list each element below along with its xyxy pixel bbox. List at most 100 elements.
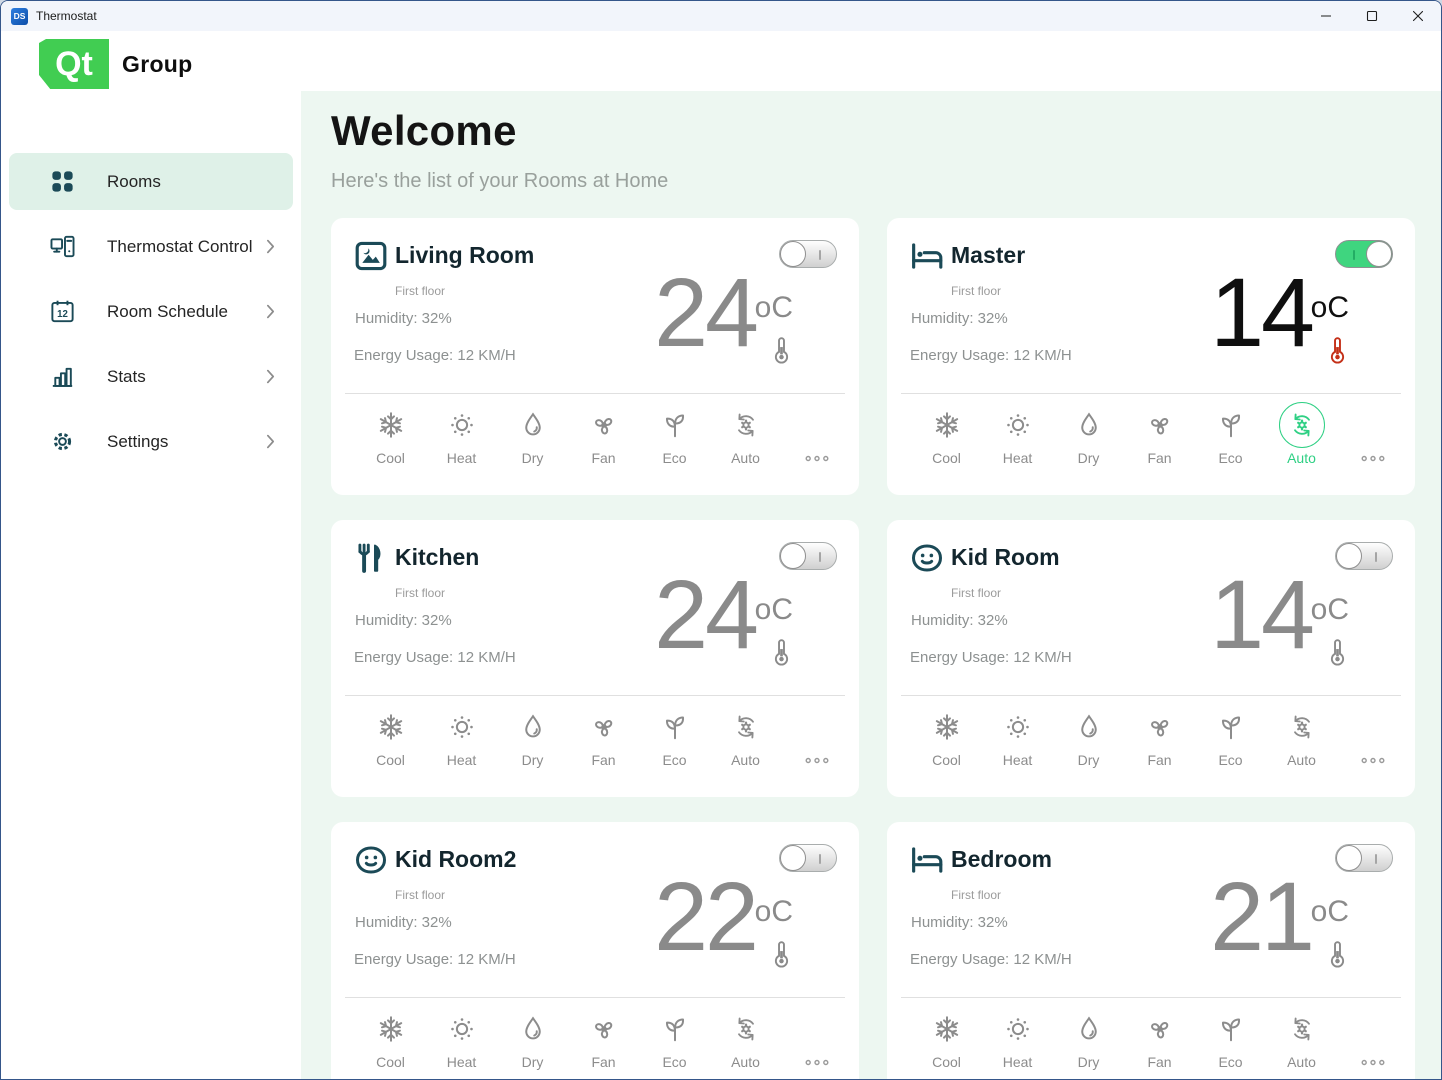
mode-button-fan[interactable]: Fan: [1124, 402, 1195, 472]
mode-label: Fan: [591, 450, 615, 466]
leaf-icon: [660, 712, 690, 742]
more-options-button[interactable]: [781, 704, 852, 774]
mode-label: Dry: [1078, 1054, 1100, 1070]
fan-icon: [1145, 1014, 1175, 1044]
room-energy-usage: Energy Usage: 12 KM/H: [354, 347, 516, 364]
thermostat-control-icon: [49, 233, 76, 260]
mode-button-fan[interactable]: Fan: [1124, 704, 1195, 774]
room-floor: First floor: [951, 284, 1001, 298]
mode-button-heat[interactable]: Heat: [426, 1006, 497, 1076]
sidebar-item-thermostat-control[interactable]: Thermostat Control: [9, 218, 293, 275]
auto-sync-icon: [1287, 410, 1317, 440]
mode-button-eco[interactable]: Eco: [639, 402, 710, 472]
room-power-toggle[interactable]: [1335, 542, 1393, 570]
room-temperature: 24: [654, 566, 756, 663]
mode-label: Dry: [522, 752, 544, 768]
mode-button-dry[interactable]: Dry: [1053, 402, 1124, 472]
mode-row: Cool Heat Dry Fan Eco Auto: [355, 402, 852, 472]
fan-icon: [589, 712, 619, 742]
mode-button-heat[interactable]: Heat: [982, 704, 1053, 774]
mode-button-dry[interactable]: Dry: [1053, 1006, 1124, 1076]
mode-button-eco[interactable]: Eco: [639, 1006, 710, 1076]
mode-button-auto[interactable]: Auto: [1266, 704, 1337, 774]
gear-icon: [49, 428, 76, 455]
mode-button-cool[interactable]: Cool: [911, 704, 982, 774]
room-humidity: Humidity: 32%: [911, 310, 1008, 327]
sidebar-item-settings[interactable]: Settings: [9, 413, 293, 470]
droplet-icon: [1074, 410, 1104, 440]
room-name: Bedroom: [951, 846, 1052, 873]
mode-label: Heat: [1003, 450, 1033, 466]
sidebar-item-label: Room Schedule: [107, 302, 228, 322]
mode-row: Cool Heat Dry Fan Eco Auto: [911, 704, 1408, 774]
mode-label: Fan: [591, 1054, 615, 1070]
auto-sync-icon: [1287, 1014, 1317, 1044]
sidebar-item-stats[interactable]: Stats: [9, 348, 293, 405]
mode-button-eco[interactable]: Eco: [1195, 704, 1266, 774]
room-power-toggle[interactable]: [779, 240, 837, 268]
card-divider: [901, 393, 1401, 394]
close-button[interactable]: [1395, 1, 1441, 31]
mode-button-fan[interactable]: Fan: [1124, 1006, 1195, 1076]
more-options-button[interactable]: [781, 402, 852, 472]
mode-button-auto[interactable]: Auto: [1266, 402, 1337, 472]
thermometer-icon: [768, 939, 795, 971]
more-options-button[interactable]: [781, 1006, 852, 1076]
mode-button-heat[interactable]: Heat: [426, 402, 497, 472]
mode-button-heat[interactable]: Heat: [982, 402, 1053, 472]
mode-button-heat[interactable]: Heat: [426, 704, 497, 774]
more-options-button[interactable]: [1337, 402, 1408, 472]
room-power-toggle[interactable]: [1335, 844, 1393, 872]
sidebar-item-rooms[interactable]: Rooms: [9, 153, 293, 210]
minimize-button[interactable]: [1303, 1, 1349, 31]
room-power-toggle[interactable]: [779, 542, 837, 570]
mode-button-eco[interactable]: Eco: [639, 704, 710, 774]
mode-button-dry[interactable]: Dry: [497, 704, 568, 774]
leaf-icon: [1216, 410, 1246, 440]
mode-button-auto[interactable]: Auto: [710, 1006, 781, 1076]
room-humidity: Humidity: 32%: [355, 310, 452, 327]
thermometer-icon: [768, 637, 795, 669]
mode-button-dry[interactable]: Dry: [497, 402, 568, 472]
more-options-button[interactable]: [1337, 704, 1408, 774]
room-floor: First floor: [395, 586, 445, 600]
mode-button-cool[interactable]: Cool: [911, 1006, 982, 1076]
mode-button-auto[interactable]: Auto: [710, 402, 781, 472]
mode-button-dry[interactable]: Dry: [1053, 704, 1124, 774]
mode-label: Auto: [731, 1054, 760, 1070]
room-name: Living Room: [395, 242, 534, 269]
mode-button-heat[interactable]: Heat: [982, 1006, 1053, 1076]
sidebar: Qt Group Rooms Thermostat Control 12 Roo…: [1, 31, 301, 1079]
mode-button-cool[interactable]: Cool: [355, 1006, 426, 1076]
sidebar-item-room-schedule[interactable]: 12 Room Schedule: [9, 283, 293, 340]
mode-button-cool[interactable]: Cool: [355, 704, 426, 774]
maximize-icon: [1366, 10, 1378, 22]
mode-button-cool[interactable]: Cool: [355, 402, 426, 472]
mode-button-fan[interactable]: Fan: [568, 704, 639, 774]
room-humidity: Humidity: 32%: [355, 612, 452, 629]
maximize-button[interactable]: [1349, 1, 1395, 31]
card-divider: [345, 695, 845, 696]
room-temperature: 14: [1210, 264, 1312, 361]
sidebar-item-label: Settings: [107, 432, 168, 452]
more-options-button[interactable]: [1337, 1006, 1408, 1076]
room-power-toggle[interactable]: [779, 844, 837, 872]
mode-label: Eco: [1218, 752, 1242, 768]
mode-button-dry[interactable]: Dry: [497, 1006, 568, 1076]
qt-logo-mark: Qt: [39, 39, 109, 89]
fan-icon: [1145, 410, 1175, 440]
mode-button-fan[interactable]: Fan: [568, 1006, 639, 1076]
snowflake-icon: [376, 1014, 406, 1044]
more-dots-icon: [1356, 755, 1390, 766]
mode-button-eco[interactable]: Eco: [1195, 1006, 1266, 1076]
mode-button-auto[interactable]: Auto: [1266, 1006, 1337, 1076]
mode-button-auto[interactable]: Auto: [710, 704, 781, 774]
room-energy-usage: Energy Usage: 12 KM/H: [910, 347, 1072, 364]
mode-button-eco[interactable]: Eco: [1195, 402, 1266, 472]
mode-button-fan[interactable]: Fan: [568, 402, 639, 472]
title-bar: DS Thermostat: [1, 1, 1441, 31]
grid-icon: [49, 168, 76, 195]
room-power-toggle[interactable]: [1335, 240, 1393, 268]
mode-button-cool[interactable]: Cool: [911, 402, 982, 472]
room-temperature-unit: oC: [1311, 291, 1349, 325]
